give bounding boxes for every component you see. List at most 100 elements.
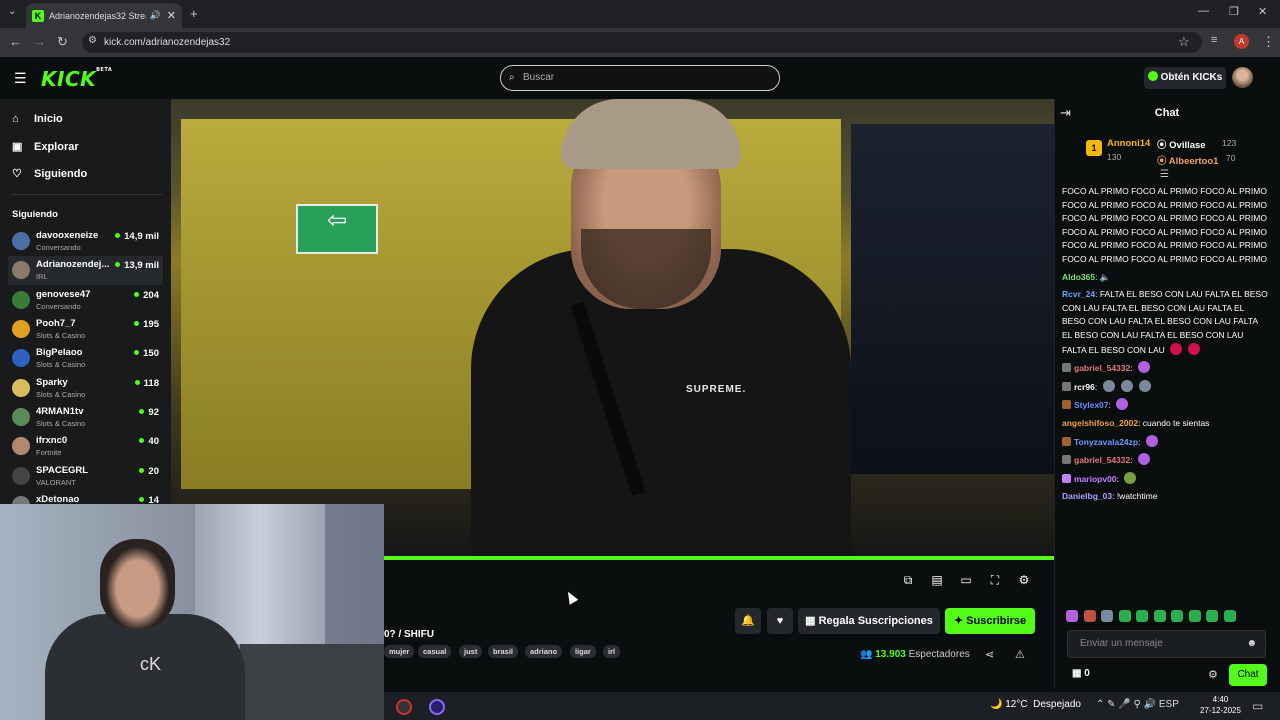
star-icon: ✦ — [953, 615, 967, 627]
leaderboard-name[interactable]: Annoni14 — [1107, 138, 1150, 149]
nav-siguiendo[interactable]: ♡ Siguiendo — [12, 167, 87, 180]
get-kicks-button[interactable]: Obtén KICKs — [1144, 67, 1226, 89]
new-tab-icon[interactable]: + — [190, 6, 198, 21]
leaderboard-name[interactable]: ⦿ Albeertoo1 — [1157, 153, 1218, 167]
search-input[interactable]: ⌕ Buscar — [500, 65, 780, 91]
restore-icon[interactable]: ❐ — [1229, 5, 1239, 18]
notification-bell-button[interactable]: 🔔 — [735, 608, 761, 634]
channel-avatar — [12, 349, 30, 367]
kicks-balance[interactable]: ▦ 0 — [1072, 668, 1090, 679]
emote-icon — [1188, 342, 1201, 355]
audio-icon[interactable]: 🔊 — [150, 10, 161, 21]
subscribe-button[interactable]: ✦ Suscribirse — [945, 608, 1035, 634]
following-item[interactable]: davooxeneize Conversando 14,9 mil — [8, 227, 163, 256]
emote-icon[interactable] — [1206, 610, 1218, 622]
report-warning-icon[interactable]: ⚠ — [1015, 648, 1025, 661]
chat-message: angelshifoso_2002: cuando te sientas — [1062, 417, 1210, 428]
following-item[interactable]: ifrxnc0 Fortnite 40 — [8, 432, 163, 461]
chat-message: rcr96: — [1062, 379, 1268, 395]
system-tray[interactable]: ⌃ ✎ 🎤 ⚲ 🔊 ESP — [1096, 699, 1179, 710]
emote-icon[interactable] — [1223, 610, 1236, 622]
chat-settings-icon[interactable]: ⚙ — [1208, 668, 1218, 681]
profile-avatar[interactable]: A — [1234, 34, 1249, 49]
hamburger-menu-icon[interactable]: ☰ — [14, 70, 27, 87]
obs-app-icon[interactable] — [396, 699, 412, 715]
weather-widget[interactable]: 🌙 12°C Despejado — [990, 699, 1081, 710]
browser-tab[interactable]: K Adrianozendejas32 Stream 🔊 ✕ — [26, 3, 182, 28]
nav-inicio[interactable]: ⌂ Inicio — [12, 113, 63, 125]
forward-icon[interactable]: → — [33, 34, 46, 49]
media-control-icon[interactable]: ≡ — [1211, 34, 1217, 46]
emote-icon[interactable] — [1083, 610, 1096, 622]
emote-icon[interactable] — [1136, 610, 1148, 622]
emote-quickbar — [1066, 609, 1266, 625]
tag[interactable]: ligar — [570, 645, 596, 658]
window-close-icon[interactable]: ✕ — [1258, 5, 1267, 18]
notifications-icon[interactable]: ▭ — [1252, 699, 1263, 713]
chat-message-input[interactable]: Enviar un mensaje ☻ — [1067, 630, 1266, 658]
nav-explorar[interactable]: ▣ Explorar — [12, 140, 79, 153]
leaderboard-name[interactable]: ⦿ Ovillase — [1157, 137, 1206, 151]
emote-icon — [1120, 379, 1133, 392]
emoji-picker-icon[interactable]: ☻ — [1246, 631, 1257, 657]
kick-logo[interactable]: KICKBETA — [41, 67, 112, 91]
tag[interactable]: brasil — [488, 645, 519, 658]
tab-title: Adrianozendejas32 Stream — [49, 10, 146, 21]
app-icon[interactable] — [429, 699, 445, 715]
minimize-icon[interactable]: — — [1198, 5, 1209, 17]
kicks-coin-icon — [1147, 71, 1158, 81]
emote-icon[interactable] — [1171, 610, 1183, 622]
mini-player-icon[interactable]: ⧉ — [900, 572, 916, 588]
following-item[interactable]: Pooh7_7 Slots & Casino 195 — [8, 315, 163, 344]
chat-message: Stylex07: — [1062, 398, 1268, 413]
following-item[interactable]: SPACEGRL VALORANT 20 — [8, 462, 163, 491]
fullscreen-icon[interactable]: ⛶ — [987, 572, 1003, 588]
following-item[interactable]: Sparky Slots & Casino 118 — [8, 374, 163, 403]
following-item[interactable]: 4RMAN1tv Slots & Casino 92 — [8, 403, 163, 432]
tab-list-icon[interactable]: ⌄ — [8, 6, 16, 17]
video-background-window — [851, 124, 1054, 474]
following-item-active[interactable]: Adrianozendej... IRL 13,9 mil — [8, 256, 163, 285]
tag[interactable]: adriano — [525, 645, 563, 658]
emote-icon — [1170, 342, 1183, 355]
channel-avatar — [12, 320, 30, 338]
gift-subscriptions-button[interactable]: ▦ Regala Suscripciones — [798, 608, 940, 634]
reload-icon[interactable]: ↻ — [57, 34, 68, 50]
emote-icon[interactable] — [1188, 610, 1201, 622]
settings-gear-icon[interactable]: ⚙ — [1016, 572, 1032, 588]
bookmark-star-icon[interactable]: ☆ — [1178, 34, 1190, 50]
channel-avatar — [12, 232, 30, 250]
close-tab-icon[interactable]: ✕ — [167, 9, 176, 22]
emote-icon[interactable] — [1101, 610, 1113, 622]
back-icon[interactable]: ← — [9, 34, 22, 49]
tag[interactable]: casual — [418, 645, 452, 658]
tag[interactable]: mujer — [384, 645, 415, 658]
tag[interactable]: just — [459, 645, 483, 658]
chat-message: mariopv00: — [1062, 471, 1268, 487]
filter-icon[interactable]: ☰ — [1160, 169, 1169, 180]
emote-icon[interactable] — [1118, 610, 1131, 622]
following-item[interactable]: xDetonao 14 — [8, 491, 163, 504]
video-player[interactable]: ⇦ SUPREME. — [171, 99, 1054, 558]
follow-heart-button[interactable]: ♥ — [767, 608, 793, 634]
send-chat-button[interactable]: Chat — [1229, 664, 1267, 686]
tag[interactable]: irl — [603, 645, 621, 658]
following-item[interactable]: genovese47 Conversando 204 — [8, 286, 163, 315]
theater-mode-icon[interactable]: ▭ — [958, 572, 974, 588]
clip-icon[interactable]: ▤ — [929, 572, 945, 588]
user-badge-icon — [1062, 363, 1071, 373]
address-field[interactable]: kick.com/adrianozendejas32 — [82, 32, 1202, 53]
emote-icon[interactable] — [1066, 610, 1078, 622]
emote-icon[interactable] — [1153, 610, 1166, 622]
site-info-icon[interactable]: ⚙ — [88, 35, 97, 46]
emote-icon — [1137, 361, 1150, 374]
following-item[interactable]: BigPelaoo Slots & Casino 150 — [8, 344, 163, 373]
share-icon[interactable]: ⋖ — [985, 648, 994, 661]
browser-tab-bar: ⌄ K Adrianozendejas32 Stream 🔊 ✕ + — ❐ ✕ — [0, 0, 1280, 28]
channel-avatar — [12, 291, 30, 309]
channel-avatar — [12, 437, 30, 455]
browser-menu-icon[interactable]: ⋮ — [1262, 34, 1275, 50]
clock[interactable]: 4:40 27-12-2025 — [1200, 694, 1241, 716]
user-avatar[interactable] — [1232, 67, 1253, 88]
emote-icon — [1124, 471, 1137, 484]
